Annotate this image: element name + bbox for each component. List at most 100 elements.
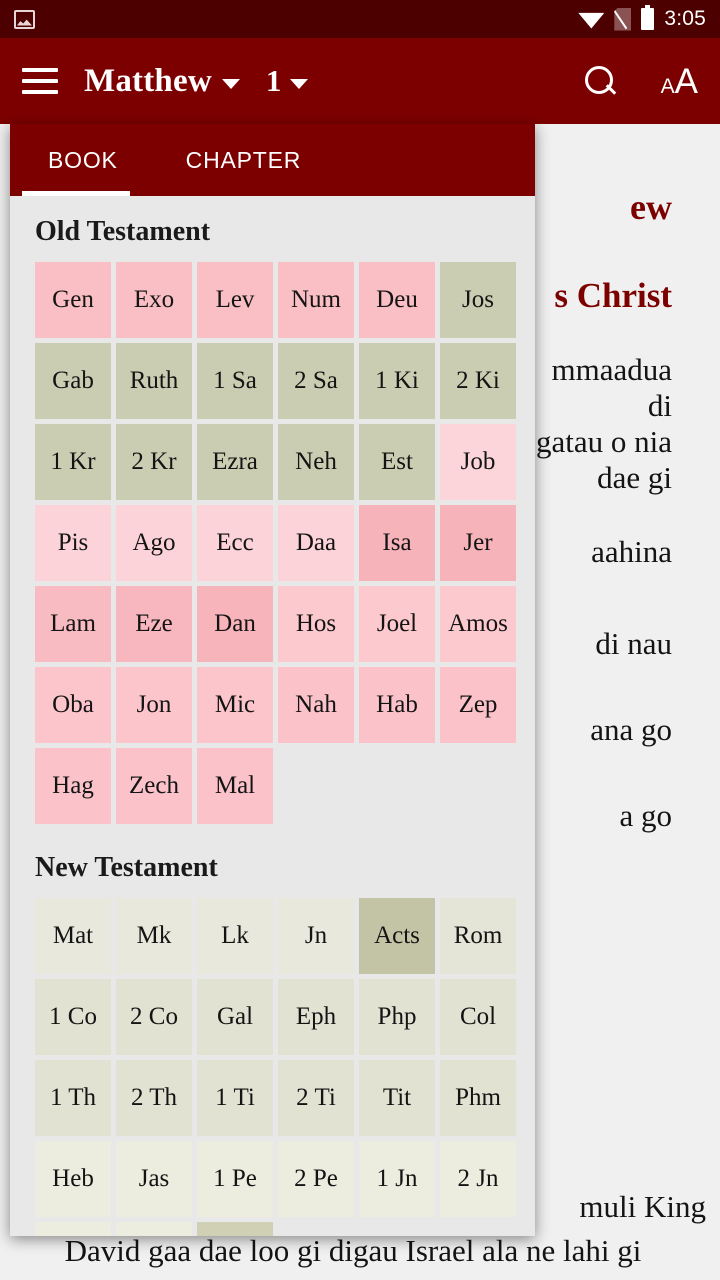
book-tile[interactable]: Mal [197, 748, 273, 824]
app-bar: Matthew 1 AA [0, 38, 720, 124]
book-tile[interactable]: 1 Co [35, 979, 111, 1055]
book-picker-panel: BOOK CHAPTER Old Testament Gen Exo Lev Num D… [10, 124, 535, 1236]
hamburger-bar [22, 79, 58, 83]
book-tile[interactable]: Pis [35, 505, 111, 581]
book-tile[interactable]: Rom [440, 898, 516, 974]
section-title-old-testament: Old Testament [35, 216, 211, 247]
book-tile[interactable]: 2 Ki [440, 343, 516, 419]
book-tile[interactable]: Lev [197, 262, 273, 338]
book-tile[interactable]: Phm [440, 1060, 516, 1136]
book-tile[interactable]: 1 Jn [359, 1141, 435, 1217]
hamburger-bar [22, 68, 58, 72]
book-tile[interactable]: Heb [35, 1141, 111, 1217]
hamburger-icon[interactable] [22, 68, 58, 94]
book-tile[interactable]: Acts [359, 898, 435, 974]
new-testament-wrap: New Testament Mat Mk Lk Jn Acts Rom 1 Co 2 Co Ga… [10, 832, 535, 1236]
book-tile[interactable]: Num [278, 262, 354, 338]
book-tile[interactable]: 2 Jn [440, 1141, 516, 1217]
book-tile[interactable]: Lk [197, 898, 273, 974]
text-size-icon[interactable]: AA [661, 64, 698, 99]
book-tile[interactable]: Jn [278, 898, 354, 974]
book-tile[interactable]: Amos [440, 586, 516, 662]
clock: 3:05 [664, 7, 706, 30]
book-tile[interactable]: 2 Kr [116, 424, 192, 500]
chapter-selector[interactable]: 1 [266, 63, 309, 99]
book-tile[interactable]: 1 Th [35, 1060, 111, 1136]
book-tile[interactable]: 2 Th [116, 1060, 192, 1136]
book-tile[interactable]: Daa [278, 505, 354, 581]
book-tile[interactable]: Gen [35, 262, 111, 338]
text-size-large-a: A [674, 61, 698, 101]
book-tile[interactable]: Ago [116, 505, 192, 581]
book-tile[interactable]: Gal [197, 979, 273, 1055]
book-tile[interactable]: Hag [35, 748, 111, 824]
book-tile[interactable]: 2 Ti [278, 1060, 354, 1136]
book-tile[interactable]: Gab [35, 343, 111, 419]
book-tile[interactable]: Jas [116, 1141, 192, 1217]
book-tile[interactable]: Ezra [197, 424, 273, 500]
book-tile[interactable]: Eze [116, 586, 192, 662]
book-tile[interactable]: Joel [359, 586, 435, 662]
chapter-title: 1 [265, 63, 282, 98]
book-tile[interactable]: Jon [116, 667, 192, 743]
book-title: Matthew [84, 62, 212, 99]
book-tile[interactable]: Oba [35, 667, 111, 743]
book-tile[interactable]: Col [440, 979, 516, 1055]
section-title-new-testament: New Testament [35, 852, 218, 883]
book-tile[interactable]: Job [440, 424, 516, 500]
tab-selected-indicator [22, 191, 130, 196]
tab-book[interactable]: BOOK [38, 147, 128, 174]
status-bar-right: 3:05 [578, 5, 706, 31]
book-tile[interactable]: 3 Jn [35, 1222, 111, 1236]
book-tile[interactable]: Isa [359, 505, 435, 581]
book-tile[interactable]: Lam [35, 586, 111, 662]
book-tile[interactable]: Dan [197, 586, 273, 662]
book-tile[interactable]: Nah [278, 667, 354, 743]
status-bar-left [14, 9, 35, 29]
book-tile[interactable]: Jud [116, 1222, 192, 1236]
chevron-down-icon [221, 79, 240, 89]
book-tile[interactable]: Exo [116, 262, 192, 338]
book-tile[interactable]: Mic [197, 667, 273, 743]
book-tile[interactable]: Eph [278, 979, 354, 1055]
app-root: 3:05 Matthew 1 AA ew s Christ mmaadua di… [0, 0, 720, 1280]
book-tile[interactable]: Ecc [197, 505, 273, 581]
chevron-down-icon [290, 79, 309, 89]
battery-icon [641, 5, 655, 30]
book-tile[interactable]: Ruth [116, 343, 192, 419]
book-tile[interactable]: 2 Pe [278, 1141, 354, 1217]
book-tile[interactable]: Zep [440, 667, 516, 743]
book-tile[interactable]: Neh [278, 424, 354, 500]
book-tile[interactable]: Jer [440, 505, 516, 581]
picker-body[interactable]: Old Testament Gen Exo Lev Num Deu Jos Gab Ruth 1… [10, 196, 535, 1236]
book-tile[interactable]: Hab [359, 667, 435, 743]
book-tile[interactable]: Mk [116, 898, 192, 974]
book-tile[interactable]: 1 Kr [35, 424, 111, 500]
old-testament-grid: Gen Exo Lev Num Deu Jos Gab Ruth 1 Sa 2 Sa 1 Ki 2 K… [10, 262, 535, 824]
book-tile[interactable]: Zech [116, 748, 192, 824]
book-tile[interactable]: Hos [278, 586, 354, 662]
book-tile[interactable]: Mat [35, 898, 111, 974]
image-icon [14, 9, 35, 29]
book-tile[interactable]: 2 Sa [278, 343, 354, 419]
book-tile[interactable]: Est [359, 424, 435, 500]
book-tile[interactable]: Php [359, 979, 435, 1055]
book-selector[interactable]: Matthew [84, 63, 240, 100]
book-tile[interactable]: 1 Ki [359, 343, 435, 419]
picker-tabs: BOOK CHAPTER [10, 124, 535, 196]
book-tile[interactable]: 1 Pe [197, 1141, 273, 1217]
tab-chapter[interactable]: CHAPTER [176, 147, 312, 174]
no-sim-icon [614, 7, 632, 31]
wifi-icon [578, 12, 605, 29]
book-tile[interactable]: Deu [359, 262, 435, 338]
book-tile[interactable]: 1 Sa [197, 343, 273, 419]
search-icon[interactable] [583, 64, 617, 98]
book-tile[interactable]: Rev [197, 1222, 273, 1236]
status-bar: 3:05 [0, 0, 720, 38]
book-tile[interactable]: Jos [440, 262, 516, 338]
book-tile[interactable]: Tit [359, 1060, 435, 1136]
hamburger-bar [22, 90, 58, 94]
book-tile[interactable]: 1 Ti [197, 1060, 273, 1136]
book-tile[interactable]: 2 Co [116, 979, 192, 1055]
new-testament-grid: Mat Mk Lk Jn Acts Rom 1 Co 2 Co Gal Eph Php Col 1 Th… [10, 898, 535, 1236]
